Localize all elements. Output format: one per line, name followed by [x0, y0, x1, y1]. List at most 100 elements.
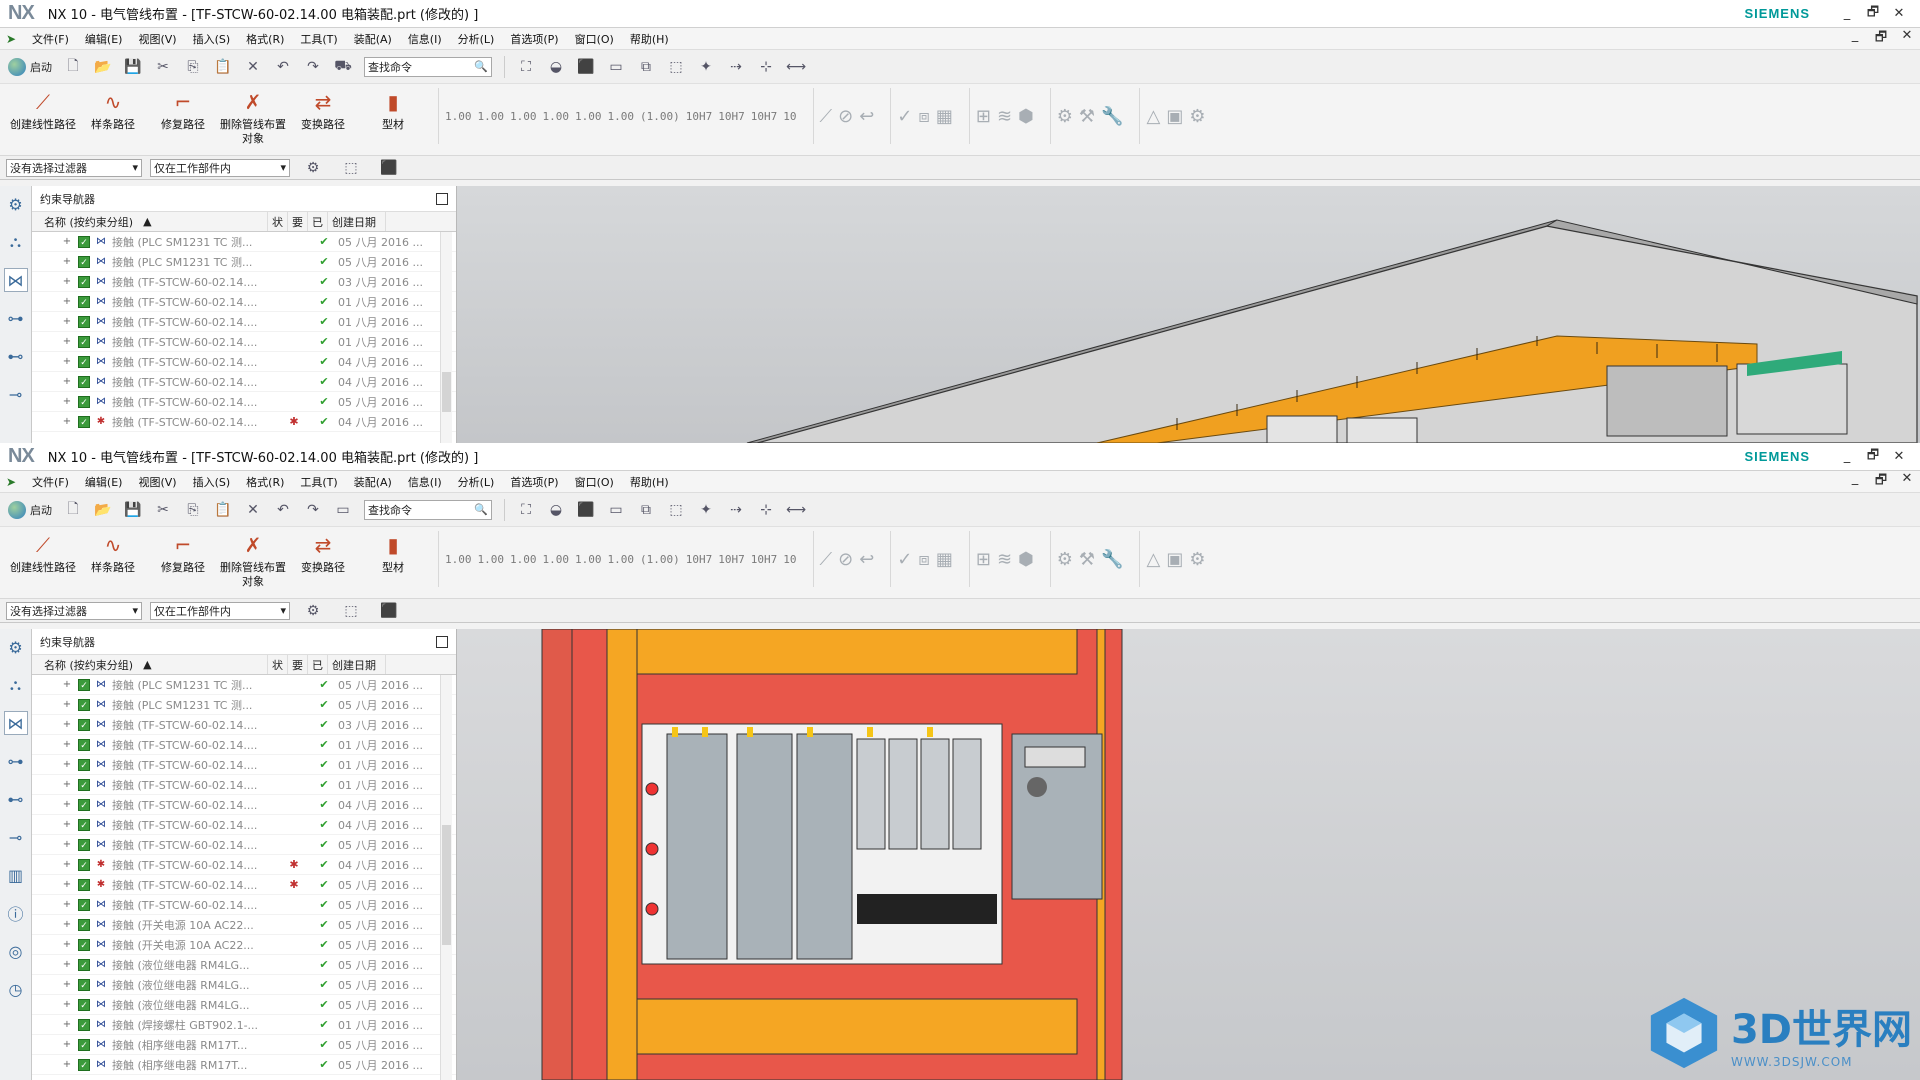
tolerance-2[interactable]: 1.00 [478, 110, 505, 123]
checkbox[interactable]: ✓ [78, 998, 90, 1011]
repair-path-button[interactable]: ⌐ 修复路径 [148, 531, 218, 575]
assembly-icon[interactable]: ⚙ [1057, 549, 1073, 570]
repair-path-button[interactable]: ⌐ 修复路径 [148, 88, 218, 132]
start-button[interactable]: 启动 [8, 57, 52, 76]
delete-routing-button[interactable]: ✗ 删除管线布置对象 [218, 88, 288, 146]
table-row[interactable]: + ✓ ⋈ 接触 (开关电源 10A AC22... ✔ 05 八月 2016 ... [32, 915, 456, 935]
line-icon[interactable]: ⟋ [820, 549, 833, 570]
expand-icon[interactable]: + [60, 999, 74, 1010]
new-file-icon[interactable]: 🗋 [62, 56, 84, 78]
checkbox[interactable]: ✓ [78, 758, 90, 771]
table-row[interactable]: + ✓ ⋈ 接触 (TF-STCW-60-02.14.... ✔ 03 八月 2016 .… [32, 272, 456, 292]
return-icon[interactable]: ↩ [859, 549, 874, 570]
snap-point-icon[interactable]: ✦ [695, 499, 717, 521]
tolerance-3[interactable]: 1.00 [510, 553, 537, 566]
fit-view-icon[interactable]: ⛶ [515, 499, 537, 521]
menu-edit[interactable]: 编辑(E) [77, 474, 131, 490]
scrollbar-thumb[interactable] [442, 825, 451, 945]
circle-slash-icon[interactable]: ⊘ [838, 549, 853, 570]
table-row[interactable]: + ✓ ⋈ 接触 (PLC SM1231 TC 测... ✔ 05 八月 2016 ... [32, 695, 456, 715]
delete-icon[interactable]: ✕ [242, 499, 264, 521]
copy-icon[interactable]: ⎘ [182, 56, 204, 78]
menu-help[interactable]: 帮助(H) [622, 474, 677, 490]
checkbox[interactable]: ✓ [78, 798, 90, 811]
checkbox[interactable]: ✓ [78, 718, 90, 731]
checkbox[interactable]: ✓ [78, 878, 90, 891]
table-icon[interactable]: ▦ [936, 106, 953, 127]
expand-icon[interactable]: + [60, 759, 74, 770]
background-icon[interactable]: ▭ [605, 56, 627, 78]
expand-icon[interactable]: + [60, 799, 74, 810]
orient-view-icon[interactable]: ⬚ [665, 499, 687, 521]
minimize-button[interactable]: _ [1834, 6, 1860, 21]
menu-window[interactable]: 窗口(O) [567, 31, 622, 47]
col-date[interactable]: 创建日期 [328, 212, 386, 231]
expand-icon[interactable]: + [60, 939, 74, 950]
menu-insert[interactable]: 插入(S) [185, 31, 239, 47]
render-style-icon[interactable]: ◒ [545, 499, 567, 521]
gear-icon[interactable]: ⚙ [1189, 549, 1205, 570]
table-row[interactable]: + ✓ ⋈ 接触 (PLC SM1231 TC 测... ✔ 05 八月 2016 ... [32, 252, 456, 272]
menu-help[interactable]: 帮助(H) [622, 31, 677, 47]
check-icon[interactable]: ✓ [897, 106, 912, 127]
tolerance-11[interactable]: 10 [783, 110, 796, 123]
expand-icon[interactable]: + [60, 396, 74, 407]
table-row[interactable]: + ✓ ⋈ 接触 (TF-STCW-60-02.14.... ✔ 05 八月 2016 .… [32, 835, 456, 855]
info-icon[interactable]: ⓘ [4, 901, 28, 925]
col-name[interactable]: 名称 (按约束分组) ▲ [32, 212, 268, 231]
stock-button[interactable]: ▮ 型材 [358, 88, 428, 132]
undo-icon[interactable]: ↶ [272, 56, 294, 78]
stack-cube-icon[interactable]: ⬢ [1018, 106, 1034, 127]
menu-assembly[interactable]: 装配(A) [346, 31, 400, 47]
scrollbar-thumb[interactable] [442, 372, 451, 412]
col-status[interactable]: 状 [268, 655, 288, 674]
checkbox[interactable]: ✓ [78, 275, 90, 288]
selection-intent-icon[interactable]: ⇢ [725, 56, 747, 78]
table-row[interactable]: + ✓ ✱ 接触 (TF-STCW-60-02.14.... ✱ ✔ 05 八月 2016 … [32, 875, 456, 895]
expand-icon[interactable]: + [60, 376, 74, 387]
table-row[interactable]: + ✓ ⋈ 接触 (TF-STCW-60-02.14.... ✔ 01 八月 2016 .… [32, 735, 456, 755]
measure-icon[interactable]: ⟷ [785, 499, 807, 521]
tolerance-8[interactable]: 10H7 [686, 553, 713, 566]
tolerance-3[interactable]: 1.00 [510, 110, 537, 123]
transform-path-button[interactable]: ⇄ 变换路径 [288, 531, 358, 575]
menu-format[interactable]: 格式(R) [238, 474, 292, 490]
checkbox[interactable]: ✓ [78, 1018, 90, 1031]
table-row[interactable]: + ✓ ⋈ 接触 (相序继电器 RM17T... ✔ 05 八月 2016 ... [32, 1035, 456, 1055]
tolerance-1[interactable]: 1.00 [445, 110, 472, 123]
checkbox[interactable]: ✓ [78, 778, 90, 791]
menu-format[interactable]: 格式(R) [238, 31, 292, 47]
doc-minimize-button[interactable]: _ [1842, 471, 1868, 493]
doc-close-button[interactable]: ✕ [1894, 28, 1920, 50]
table-row[interactable]: + ✓ ⋈ 接触 (TF-STCW-60-02.14.... ✔ 03 八月 2016 .… [32, 715, 456, 735]
checkbox[interactable]: ✓ [78, 1038, 90, 1051]
table-row[interactable]: + ✓ ⋈ 接触 (TF-STCW-60-02.14.... ✔ 01 八月 2016 .… [32, 775, 456, 795]
select-box-icon[interactable]: ⬚ [340, 600, 362, 622]
frame-icon[interactable]: ▣ [1166, 549, 1183, 570]
selection-intent-icon[interactable]: ⇢ [725, 499, 747, 521]
col-applied[interactable]: 已 [308, 655, 328, 674]
selection-scope-select[interactable]: 仅在工作部件内 ▾ [150, 158, 290, 177]
tolerance-10[interactable]: 10H7 [751, 110, 778, 123]
table-row[interactable]: + ✓ ⋈ 接触 (TF-STCW-60-02.14.... ✔ 01 八月 2016 .… [32, 755, 456, 775]
expand-icon[interactable]: + [60, 276, 74, 287]
history-icon[interactable]: ◷ [4, 977, 28, 1001]
expand-icon[interactable]: + [60, 416, 74, 427]
reuse-library-icon[interactable]: ⊷ [4, 787, 28, 811]
triangle-icon[interactable]: △ [1146, 549, 1160, 570]
settings-icon[interactable]: ⚙ [4, 192, 28, 216]
menu-file[interactable]: 文件(F) [24, 474, 77, 490]
restore-button[interactable]: 🗗 [1860, 446, 1886, 468]
stock-button[interactable]: ▮ 型材 [358, 531, 428, 575]
checkbox[interactable]: ✓ [78, 738, 90, 751]
expand-icon[interactable]: + [60, 679, 74, 690]
tolerance-11[interactable]: 10 [783, 553, 796, 566]
tolerance-9[interactable]: 10H7 [718, 553, 745, 566]
tolerance-6[interactable]: 1.00 [608, 553, 635, 566]
table-row[interactable]: + ✓ ⋈ 接触 (液位继电器 RM4LG... ✔ 05 八月 2016 ... [32, 995, 456, 1015]
expand-icon[interactable]: + [60, 899, 74, 910]
menu-tools[interactable]: 工具(T) [292, 31, 345, 47]
col-applied[interactable]: 已 [308, 212, 328, 231]
routing-navigator-icon[interactable]: ⊸ [4, 825, 28, 849]
stack-cube-icon[interactable]: ⬢ [1018, 549, 1034, 570]
